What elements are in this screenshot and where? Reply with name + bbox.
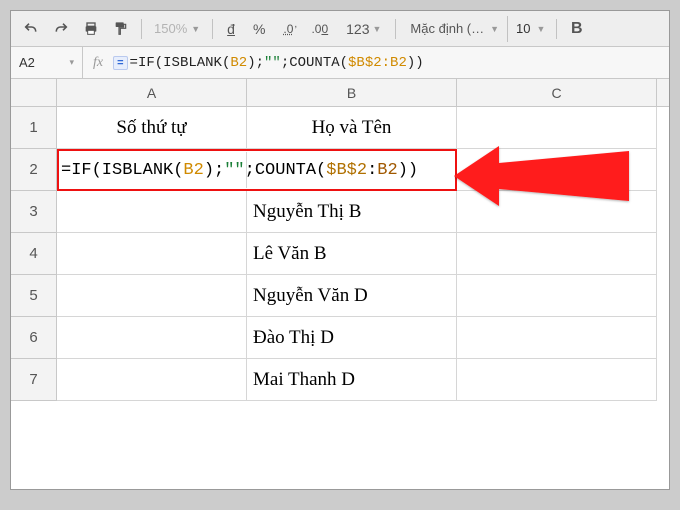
grid[interactable]: A B C 1 Số thứ tự Họ và Tên 2 =IF(ISBLAN… [11, 79, 669, 401]
table-row: 4 Lê Văn B [11, 233, 669, 275]
spreadsheet-app: 150% ▼ đ % .0, .00 123 ▼ Mặc định (… ▼ 1… [10, 10, 670, 490]
row-header[interactable]: 6 [11, 317, 57, 359]
equals-badge: = [113, 56, 127, 70]
print-button[interactable] [77, 15, 105, 43]
cell[interactable] [57, 317, 247, 359]
row-header[interactable]: 7 [11, 359, 57, 401]
cell[interactable] [457, 107, 657, 149]
cell[interactable] [457, 317, 657, 359]
font-select[interactable]: Mặc định (… ▼ [402, 16, 508, 42]
percent-button[interactable]: % [245, 15, 273, 43]
font-size-select[interactable]: 10 ▼ [510, 15, 550, 43]
zoom-value: 150% [154, 21, 187, 36]
row-header[interactable]: 3 [11, 191, 57, 233]
redo-icon [53, 21, 69, 37]
cell-reference: A2 [19, 55, 35, 70]
undo-icon [23, 21, 39, 37]
row-header[interactable]: 2 [11, 149, 57, 191]
cell[interactable] [457, 149, 657, 191]
currency-button[interactable]: đ [219, 15, 243, 43]
select-all-corner[interactable] [11, 79, 57, 106]
cell[interactable] [57, 275, 247, 317]
inline-formula-editor[interactable]: =IF(ISBLANK(B2);"";COUNTA($B$2:B2)) [59, 149, 418, 191]
cell[interactable]: Lê Văn B [247, 233, 457, 275]
table-row: 3 Nguyễn Thị B [11, 191, 669, 233]
row-header[interactable]: 5 [11, 275, 57, 317]
formula-input[interactable]: = =IF(ISBLANK(B2);"";COUNTA($B$2:B2)) [113, 55, 424, 71]
cell[interactable] [457, 275, 657, 317]
table-row: 7 Mai Thanh D [11, 359, 669, 401]
separator [556, 19, 557, 39]
cell[interactable] [57, 359, 247, 401]
undo-button[interactable] [17, 15, 45, 43]
cell[interactable]: Số thứ tự [57, 107, 247, 149]
increase-decimal-button[interactable]: .00 [303, 15, 336, 43]
print-icon [83, 21, 99, 37]
chevron-down-icon: ▾ [69, 57, 74, 68]
cell[interactable] [57, 191, 247, 233]
cell[interactable]: Họ và Tên [247, 107, 457, 149]
column-headers: A B C [11, 79, 669, 107]
bold-button[interactable]: B [563, 15, 591, 43]
toolbar: 150% ▼ đ % .0, .00 123 ▼ Mặc định (… ▼ 1… [11, 11, 669, 47]
fx-label: fx [83, 55, 113, 71]
cell[interactable] [457, 191, 657, 233]
paint-format-button[interactable] [107, 15, 135, 43]
row-header[interactable]: 4 [11, 233, 57, 275]
table-row: 1 Số thứ tự Họ và Tên [11, 107, 669, 149]
separator [395, 19, 396, 39]
col-header-C[interactable]: C [457, 79, 657, 106]
cell[interactable] [57, 233, 247, 275]
redo-button[interactable] [47, 15, 75, 43]
cell[interactable]: Nguyễn Văn D [247, 275, 457, 317]
zoom-select[interactable]: 150% ▼ [148, 21, 206, 36]
cell[interactable]: Mai Thanh D [247, 359, 457, 401]
separator [212, 19, 213, 39]
paint-icon [113, 21, 129, 37]
cell[interactable] [457, 233, 657, 275]
separator [141, 19, 142, 39]
more-formats-button[interactable]: 123 ▼ [338, 15, 389, 43]
name-box[interactable]: A2 ▾ [11, 47, 83, 78]
chevron-down-icon: ▼ [373, 24, 382, 34]
decrease-decimal-button[interactable]: .0, [275, 15, 301, 43]
table-row: 5 Nguyễn Văn D [11, 275, 669, 317]
col-header-A[interactable]: A [57, 79, 247, 106]
cell[interactable]: Đào Thị D [247, 317, 457, 359]
chevron-down-icon: ▼ [490, 24, 499, 34]
cell[interactable] [457, 359, 657, 401]
grid-body: 1 Số thứ tự Họ và Tên 2 =IF(ISBLANK(B2);… [11, 107, 669, 401]
col-header-B[interactable]: B [247, 79, 457, 106]
row-header[interactable]: 1 [11, 107, 57, 149]
table-row: 6 Đào Thị D [11, 317, 669, 359]
chevron-down-icon: ▼ [537, 24, 546, 34]
formula-bar: A2 ▾ fx = =IF(ISBLANK(B2);"";COUNTA($B$2… [11, 47, 669, 79]
chevron-down-icon: ▼ [191, 24, 200, 34]
cell[interactable]: Nguyễn Thị B [247, 191, 457, 233]
